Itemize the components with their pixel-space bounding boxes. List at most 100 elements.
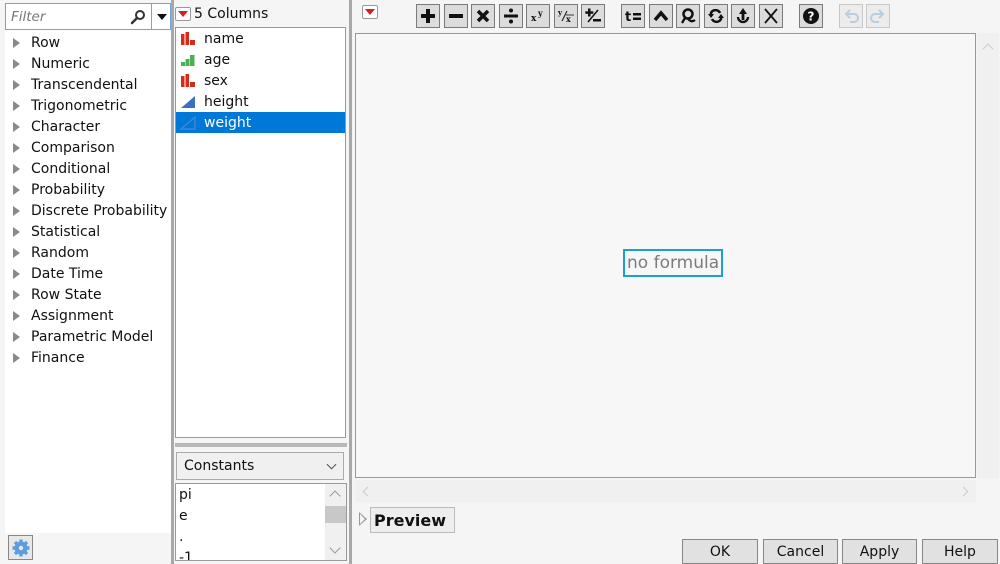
column-item[interactable]: weight xyxy=(176,112,345,133)
peel-icon xyxy=(736,8,750,24)
constant-item[interactable]: -1 xyxy=(176,547,346,561)
preview-toggle[interactable]: Preview xyxy=(370,507,455,533)
function-category-label: Date Time xyxy=(31,265,104,282)
expand-triangle-icon xyxy=(13,121,20,132)
search-icon[interactable] xyxy=(130,9,146,25)
column-item[interactable]: sex xyxy=(176,70,345,91)
multiply-button[interactable] xyxy=(471,4,495,28)
function-category-item[interactable]: Statistical xyxy=(5,221,171,242)
constants-list: pi e. -1 xyxy=(175,483,347,561)
expand-triangle-icon xyxy=(13,352,20,363)
function-category-item[interactable]: Discrete Probability xyxy=(5,200,171,221)
function-category-item[interactable]: Trigonometric xyxy=(5,95,171,116)
expand-triangle-icon xyxy=(13,268,20,279)
function-category-item[interactable]: Comparison xyxy=(5,137,171,158)
scroll-up-icon[interactable] xyxy=(329,490,341,502)
scroll-left-icon[interactable] xyxy=(362,486,373,497)
splitter-left[interactable] xyxy=(171,0,174,564)
expand-triangle-icon xyxy=(13,163,20,174)
apply-button[interactable]: Apply xyxy=(842,539,917,564)
filter-box xyxy=(5,3,171,30)
function-category-item[interactable]: Numeric xyxy=(5,53,171,74)
constant-item[interactable]: pi xyxy=(176,484,346,505)
function-category-label: Comparison xyxy=(31,139,115,156)
negate-button[interactable] xyxy=(581,4,605,28)
column-item[interactable]: height xyxy=(176,91,345,112)
assign-button[interactable]: t xyxy=(621,4,645,28)
expand-triangle-icon xyxy=(13,205,20,216)
function-category-label: Probability xyxy=(31,181,106,198)
settings-button[interactable] xyxy=(8,535,33,560)
swap-button[interactable] xyxy=(704,4,728,28)
function-category-item[interactable]: Character xyxy=(5,116,171,137)
scroll-down-icon[interactable] xyxy=(329,542,341,554)
function-category-item[interactable]: Probability xyxy=(5,179,171,200)
column-label: weight xyxy=(204,114,252,131)
disclosure-triangle-icon[interactable] xyxy=(359,512,367,526)
function-category-item[interactable]: Transcendental xyxy=(5,74,171,95)
function-category-label: Finance xyxy=(31,349,85,366)
raise-button[interactable] xyxy=(649,4,673,28)
constants-dropdown[interactable]: Constants xyxy=(176,452,344,480)
nominal-column-icon xyxy=(181,31,195,45)
loop-icon xyxy=(681,8,696,24)
editor-vertical-scrollbar[interactable] xyxy=(977,33,999,478)
function-category-label: Transcendental xyxy=(31,76,138,93)
columns-menu-button[interactable] xyxy=(175,7,191,21)
formula-placeholder[interactable]: no formula xyxy=(623,249,724,277)
help-button[interactable]: ? xyxy=(799,4,823,28)
scroll-up-icon[interactable] xyxy=(982,43,994,55)
column-label: height xyxy=(204,93,249,110)
ordinal-column-icon xyxy=(181,54,195,66)
function-category-item[interactable]: Row State xyxy=(5,284,171,305)
power-button[interactable]: xy xyxy=(526,4,550,28)
root-button[interactable]: yx xyxy=(554,4,578,28)
scroll-right-icon[interactable] xyxy=(958,486,969,497)
local-variable-button[interactable] xyxy=(676,4,700,28)
function-category-item[interactable]: Assignment xyxy=(5,305,171,326)
editor-menu-button[interactable] xyxy=(362,5,378,19)
constant-item[interactable]: . xyxy=(176,526,346,547)
caret-up-icon xyxy=(653,10,669,22)
splitter-horizontal[interactable] xyxy=(175,443,347,447)
peel-button[interactable] xyxy=(731,4,755,28)
undo-button[interactable] xyxy=(839,4,863,28)
delete-icon xyxy=(764,8,778,24)
undo-icon xyxy=(844,9,859,23)
function-category-item[interactable]: Row xyxy=(5,32,171,53)
filter-input[interactable] xyxy=(6,4,148,29)
ok-button[interactable]: OK xyxy=(682,539,758,564)
formula-editor-window: Row Numeric Transcendental Trigonometric Cha… xyxy=(0,0,1000,564)
cancel-button[interactable]: Cancel xyxy=(763,539,838,564)
constant-item[interactable]: e xyxy=(176,505,346,526)
column-label: sex xyxy=(204,72,228,89)
subtract-button[interactable] xyxy=(444,4,468,28)
root-icon: yx xyxy=(557,8,574,24)
function-category-item[interactable]: Date Time xyxy=(5,263,171,284)
column-item[interactable]: age xyxy=(176,49,345,70)
function-category-item[interactable]: Random xyxy=(5,242,171,263)
chevron-down-icon xyxy=(156,13,167,20)
expand-triangle-icon xyxy=(13,310,20,321)
svg-text:x: x xyxy=(531,14,537,24)
svg-text:x: x xyxy=(566,14,571,24)
redo-button[interactable] xyxy=(866,4,890,28)
add-button[interactable] xyxy=(416,4,440,28)
function-category-item[interactable]: Conditional xyxy=(5,158,171,179)
plus-icon xyxy=(421,9,435,23)
formula-editor-canvas[interactable]: no formula xyxy=(355,33,976,478)
divide-button[interactable] xyxy=(499,4,523,28)
function-category-label: Row xyxy=(31,34,61,51)
constants-scrollbar[interactable] xyxy=(325,484,346,560)
scroll-thumb[interactable] xyxy=(325,506,346,523)
editor-horizontal-scrollbar[interactable] xyxy=(355,480,976,502)
chevron-down-icon xyxy=(326,459,337,470)
function-category-item[interactable]: Parametric Model xyxy=(5,326,171,347)
help-dialog-button[interactable]: Help xyxy=(922,539,998,564)
delete-button[interactable] xyxy=(759,4,783,28)
function-category-item[interactable]: Finance xyxy=(5,347,171,368)
splitter-right[interactable] xyxy=(349,0,352,564)
expand-triangle-icon xyxy=(13,58,20,69)
filter-dropdown-button[interactable] xyxy=(152,4,171,29)
column-item[interactable]: name xyxy=(176,28,345,49)
